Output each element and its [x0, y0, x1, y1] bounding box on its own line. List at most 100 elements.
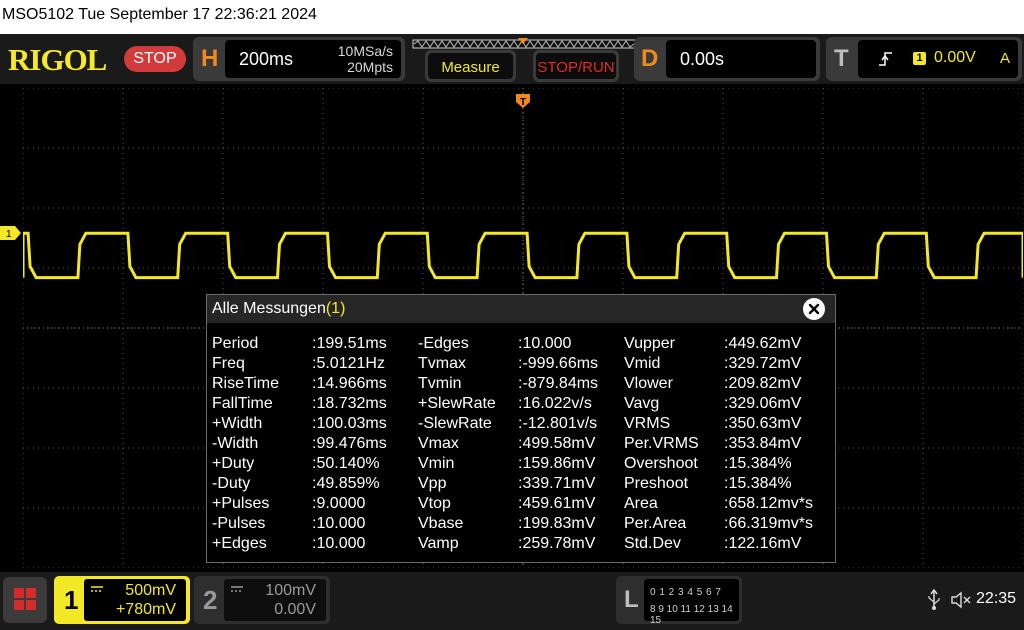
sample-rate: 10MSa/s [337, 43, 393, 59]
measurement-value: :329.72mV [724, 355, 802, 372]
run-state-badge[interactable]: STOP [124, 46, 186, 72]
measurement-name: Area [624, 495, 658, 512]
dialog-header: Alle Messungen(1) [207, 295, 835, 323]
delay-value: 0.00s [680, 49, 725, 69]
measurement-name: +Edges [212, 535, 267, 552]
measurement-name: Vlower [624, 375, 673, 392]
measurement-value: :10.000 [518, 335, 572, 352]
measurement-name: -SlewRate [418, 415, 492, 432]
measurement-value: :66.319mv*s [724, 515, 813, 532]
timebase-value: 200ms [239, 49, 294, 69]
measurement-value: :499.58mV [518, 435, 596, 452]
delay-letter: D [641, 45, 659, 72]
measurement-value: :658.12mv*s [724, 495, 813, 512]
measurement-value: :-999.66ms [518, 355, 599, 372]
dialog-channel: (1) [325, 300, 346, 317]
top-toolbar: RIGOL STOP H 200ms 10MSa/s 20Mpts Measur… [0, 34, 1024, 84]
ch1-number: 1 [64, 585, 79, 615]
horizontal-letter: H [201, 45, 219, 72]
logic-letter: L [624, 586, 639, 613]
measurement-value: :459.61mV [518, 495, 596, 512]
measurement-value: :99.476ms [312, 435, 387, 452]
stop-run-button[interactable]: STOP/RUN [533, 50, 619, 82]
measurement-name: +SlewRate [418, 395, 496, 412]
measurement-name: Std.Dev [624, 535, 681, 552]
horizontal-panel[interactable]: H 200ms 10MSa/s 20Mpts [193, 37, 405, 81]
close-icon [808, 303, 820, 315]
logic-channels-row1: 0 1 2 3 4 5 6 7 [650, 587, 722, 598]
measurement-name: FallTime [212, 395, 273, 412]
measurement-name: RiseTime [212, 375, 279, 392]
dialog-title: Alle Messungen [212, 300, 326, 317]
ch2-panel[interactable]: 2 100mV 0.00V [194, 576, 330, 624]
record-position-bar [412, 38, 636, 49]
ch1-scale: 500mV [125, 582, 176, 599]
trigger-source-badge: 1 [913, 52, 926, 65]
ch1-waveform [23, 231, 1023, 280]
measurement-name: Vamp [418, 535, 459, 552]
trigger-mode: A [1000, 50, 1011, 67]
measurement-value: :339.71mV [518, 475, 596, 492]
ch2-number: 2 [203, 585, 218, 615]
measurement-value: :16.022v/s [518, 395, 592, 412]
measurement-value: :350.63mV [724, 415, 802, 432]
measurement-value: :199.83mV [518, 515, 596, 532]
ch1-panel[interactable]: 1 500mV +780mV [54, 576, 190, 624]
trigger-level: 0.00V [934, 49, 976, 66]
measurement-name: +Width [212, 415, 263, 432]
rising-edge-icon [879, 52, 892, 66]
ch1-offset-marker[interactable]: 1 [0, 226, 21, 240]
measurement-name: -Edges [418, 335, 469, 352]
memory-depth: 20Mpts [347, 59, 393, 75]
measurement-value: :199.51ms [312, 335, 387, 352]
main-menu-button[interactable] [3, 577, 47, 623]
measurement-value: :15.384% [724, 455, 792, 472]
measurement-value: :15.384% [724, 475, 792, 492]
logic-analyzer-panel[interactable]: L 0 1 2 3 4 5 6 7 8 9 10 11 12 13 14 15 [616, 576, 742, 626]
svg-text:1: 1 [6, 229, 12, 240]
measurement-value: :10.000 [312, 515, 366, 532]
measurement-name: Period [212, 335, 259, 352]
menu-grid-icon [14, 588, 36, 610]
measurement-name: Overshoot [624, 455, 698, 472]
measurement-value: :10.000 [312, 535, 366, 552]
ch2-scale: 100mV [265, 582, 316, 599]
measurement-value: :122.16mV [724, 535, 802, 552]
trigger-time-marker-label: T [520, 97, 526, 108]
dc-coupling-icon [91, 586, 103, 592]
ch1-offset: +780mV [115, 601, 176, 618]
measure-button[interactable]: Measure [425, 50, 516, 82]
measurement-value: :259.78mV [518, 535, 596, 552]
measurement-value: :18.732ms [312, 395, 387, 412]
measurements-dialog: Alle Messungen(1) Period:199.51ms Freq:5.… [206, 294, 836, 563]
measurement-name: Vpp [418, 475, 447, 492]
measurement-name: Vtop [418, 495, 451, 512]
measurement-name: -Width [212, 435, 259, 452]
clock: 22:35 [976, 590, 1017, 607]
ch2-offset: 0.00V [274, 601, 316, 618]
measurement-value: :329.06mV [724, 395, 802, 412]
trigger-panel[interactable]: T 1 0.00V A [826, 37, 1022, 81]
delay-panel[interactable]: D 0.00s [634, 37, 820, 81]
measurement-value: :50.140% [312, 455, 380, 472]
measurement-name: Freq [212, 355, 245, 372]
measurement-name: Preshoot [624, 475, 689, 492]
close-button[interactable] [803, 298, 825, 320]
logic-channels-row2: 8 9 10 11 12 13 14 15 [650, 604, 733, 626]
speaker-muted-icon[interactable] [950, 591, 972, 609]
measurement-value: :159.86mV [518, 455, 596, 472]
measurement-value: :-12.801v/s [518, 415, 598, 432]
measurement-value: :209.82mV [724, 375, 802, 392]
window-title: MSO5102 Tue September 17 22:36:21 2024 [2, 6, 317, 23]
measurement-value: :14.966ms [312, 375, 387, 392]
measurement-name: -Pulses [212, 515, 266, 532]
dc-coupling-icon [231, 586, 243, 592]
measurement-name: -Duty [212, 475, 251, 492]
measurement-name: Per.VRMS [624, 435, 699, 452]
measurement-value: :9.0000 [312, 495, 366, 512]
measurement-value: :449.62mV [724, 335, 802, 352]
rigol-logo: RIGOL [8, 42, 107, 77]
measurement-name: Vmin [418, 455, 455, 472]
measurement-value: :100.03ms [312, 415, 387, 432]
measurement-name: Tvmax [418, 355, 466, 372]
